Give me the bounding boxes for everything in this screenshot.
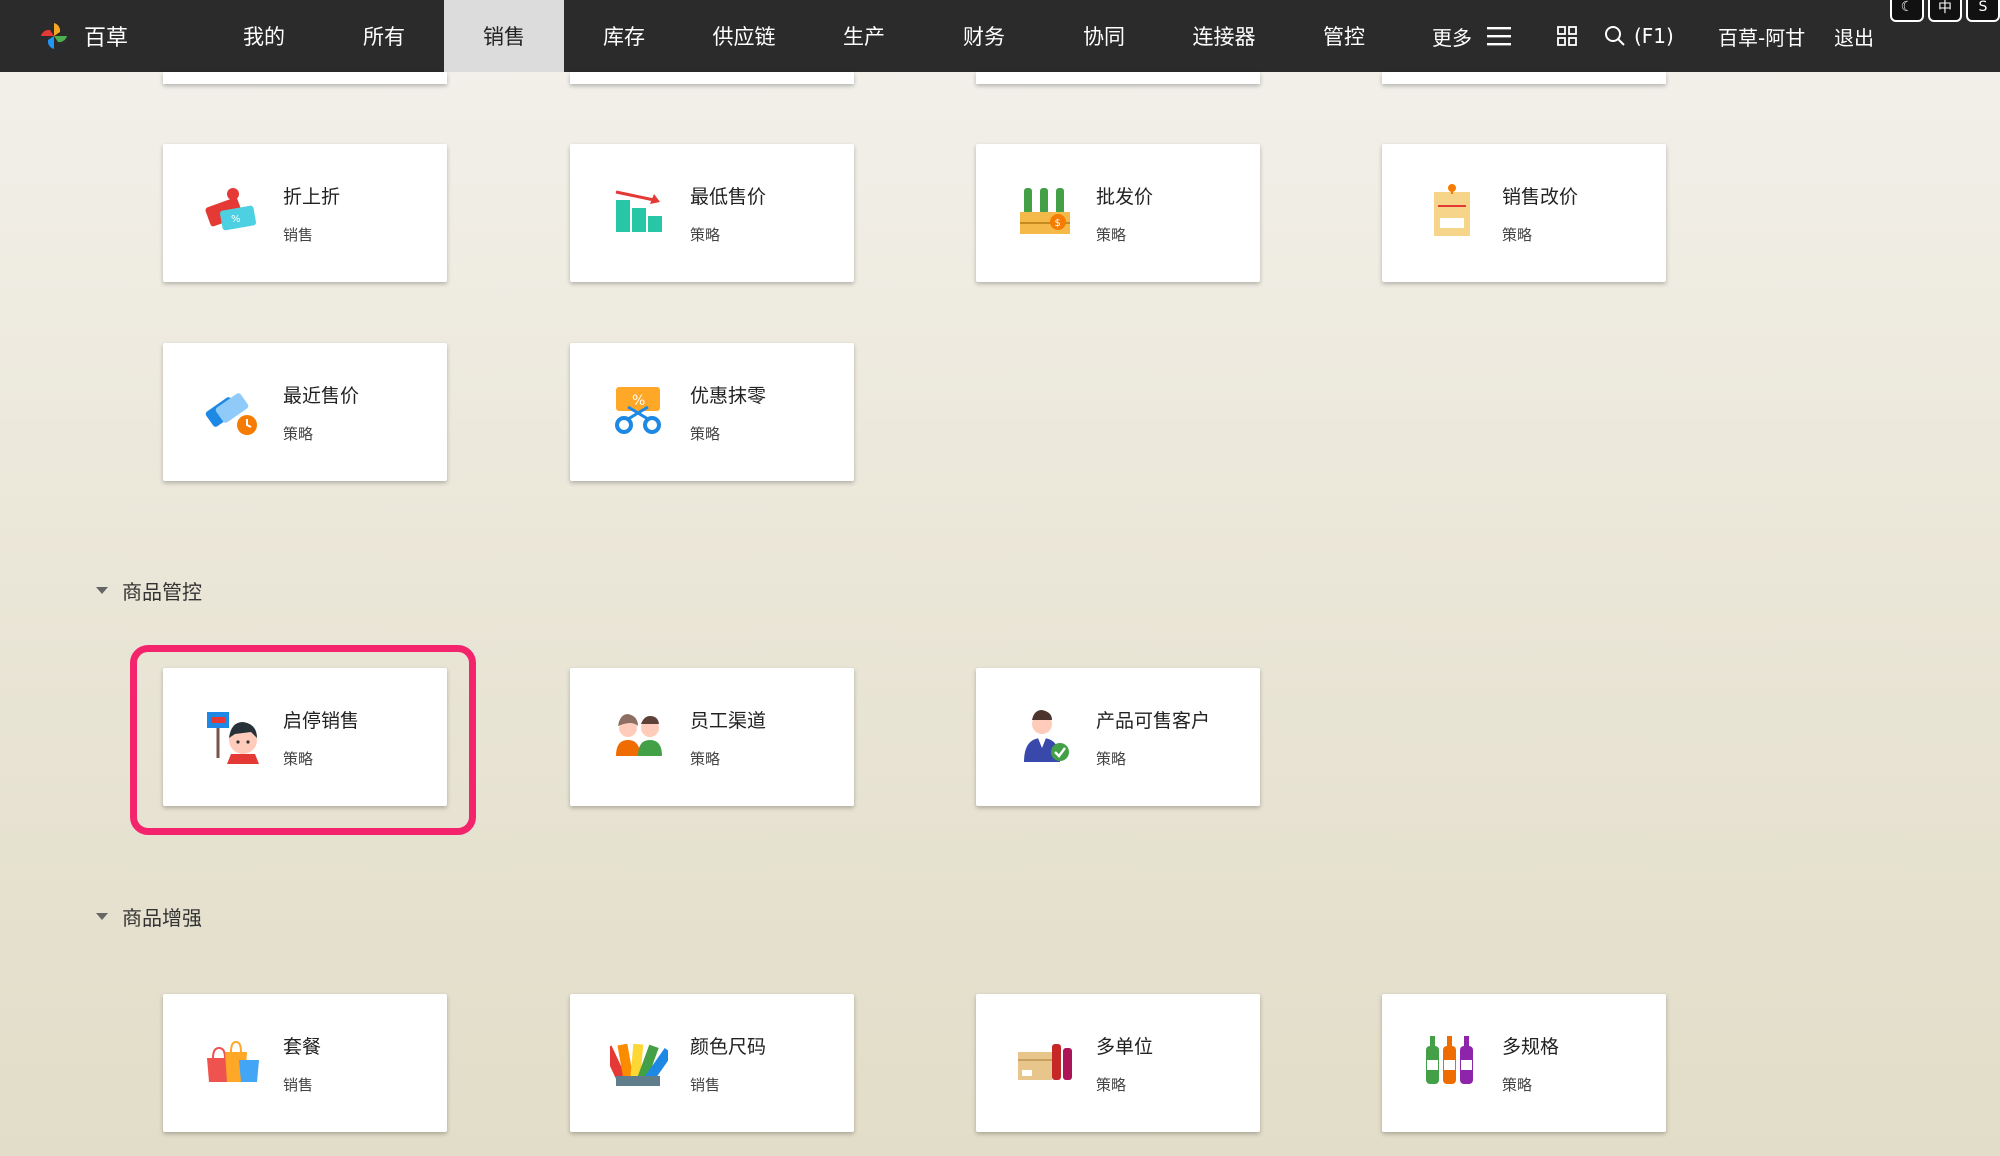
card-subtitle: 策略 <box>1502 226 1533 244</box>
card-subtitle: 销售 <box>690 1076 721 1094</box>
card-taocan[interactable]: 套餐 销售 <box>163 994 447 1132</box>
svg-text:%: % <box>231 214 241 225</box>
card-duoguige[interactable]: 多规格 策略 <box>1382 994 1666 1132</box>
card-title: 折上折 <box>283 186 341 208</box>
card-cut-off[interactable] <box>570 72 854 84</box>
card-subtitle: 销售 <box>283 226 314 244</box>
card-subtitle: 策略 <box>1502 1076 1533 1094</box>
card-subtitle: 销售 <box>283 1076 314 1094</box>
brand-name: 百草 <box>84 26 129 51</box>
card-subtitle: 策略 <box>690 226 721 244</box>
discount-tags-icon: % <box>205 188 257 231</box>
nav-tab-all[interactable]: 所有 <box>324 0 444 72</box>
price-tag-change-icon <box>1434 184 1470 236</box>
box-and-bottles-icon <box>1018 1044 1072 1080</box>
card-yansechima[interactable]: 颜色尺码 销售 <box>570 994 854 1132</box>
nav-tab-supply-chain[interactable]: 供应链 <box>684 0 804 72</box>
card-yuangongqudao[interactable]: 员工渠道 策略 <box>570 668 854 806</box>
card-subtitle: 策略 <box>690 425 721 443</box>
nav-tab-control[interactable]: 管控 <box>1284 0 1404 72</box>
card-chanpinkeshou[interactable]: 产品可售客户 策略 <box>976 668 1260 806</box>
card-title: 批发价 <box>1096 186 1154 208</box>
card-title: 销售改价 <box>1502 186 1579 208</box>
more-menu-button[interactable]: 更多 <box>1432 0 1512 72</box>
shopping-bags-icon <box>207 1040 259 1082</box>
section-goods-enhance[interactable]: 商品增强 <box>96 902 202 931</box>
color-swatches-icon <box>610 1043 668 1086</box>
section-title: 商品管控 <box>122 580 202 604</box>
settings-s-icon[interactable]: S <box>1966 0 2000 22</box>
caret-down-icon <box>96 913 108 920</box>
search-shortcut: (F1) <box>1634 24 1674 48</box>
nav-tab-connector[interactable]: 连接器 <box>1164 0 1284 72</box>
card-zheshangzhe[interactable]: % 折上折 销售 <box>163 144 447 282</box>
card-title: 最近售价 <box>283 385 360 407</box>
card-zuijinshoujia[interactable]: 最近售价 策略 <box>163 343 447 481</box>
card-cut-off[interactable] <box>1382 72 1666 84</box>
pinwheel-logo-icon <box>41 23 67 49</box>
card-xiaoshougaijia[interactable]: 销售改价 策略 <box>1382 144 1666 282</box>
card-duodanwei[interactable]: 多单位 策略 <box>976 994 1260 1132</box>
card-title: 最低售价 <box>690 186 767 208</box>
card-subtitle: 策略 <box>1096 226 1127 244</box>
top-navigation-bar: 百草 我的 所有 销售 库存 供应链 生产 财务 协同 连接器 管控 更多 (F… <box>0 0 2000 72</box>
card-subtitle: 策略 <box>283 425 314 443</box>
search-icon <box>1605 26 1625 46</box>
corner-toolbar: ☾ 中 S <box>1890 0 2000 22</box>
nav-tab-sales[interactable]: 销售 <box>444 0 564 72</box>
customer-check-icon <box>1024 710 1069 762</box>
card-subtitle: 策略 <box>283 750 314 768</box>
card-subtitle: 策略 <box>690 750 721 768</box>
wholesale-bottles-icon: $ <box>1020 188 1070 234</box>
nav-tab-collaboration[interactable]: 协同 <box>1044 0 1164 72</box>
card-title: 产品可售客户 <box>1096 710 1211 732</box>
card-title: 套餐 <box>283 1036 322 1058</box>
svg-text:$: $ <box>1055 218 1061 229</box>
card-title: 优惠抹零 <box>690 385 767 407</box>
nav-tab-inventory[interactable]: 库存 <box>564 0 684 72</box>
grid-icon <box>1557 26 1577 46</box>
card-title: 颜色尺码 <box>690 1036 767 1058</box>
recent-price-tags-clock-icon <box>205 393 257 435</box>
card-cut-off[interactable] <box>163 72 447 84</box>
app-grid-button[interactable] <box>1556 0 1578 72</box>
search-button[interactable]: (F1) <box>1604 0 1674 72</box>
brand[interactable]: 百草 <box>38 0 128 72</box>
falling-price-bars-icon <box>615 190 662 232</box>
caret-down-icon <box>96 587 108 594</box>
svg-text:%: % <box>632 393 645 409</box>
card-pifajia[interactable]: $ 批发价 策略 <box>976 144 1260 282</box>
card-youhuimoling[interactable]: % 优惠抹零 策略 <box>570 343 854 481</box>
coupon-scissors-icon: % <box>615 387 661 434</box>
card-title: 启停销售 <box>283 710 360 732</box>
card-cut-off[interactable] <box>976 72 1260 84</box>
nav-tab-mine[interactable]: 我的 <box>204 0 324 72</box>
employees-icon <box>616 714 662 756</box>
multiple-bottles-icon <box>1426 1036 1473 1084</box>
card-title: 员工渠道 <box>690 710 767 732</box>
night-mode-icon[interactable]: ☾ <box>1890 0 1924 22</box>
nav-tab-production[interactable]: 生产 <box>804 0 924 72</box>
user-name[interactable]: 百草-阿甘 <box>1718 0 1805 72</box>
card-title: 多规格 <box>1502 1036 1560 1058</box>
card-subtitle: 策略 <box>1096 1076 1127 1094</box>
section-goods-control[interactable]: 商品管控 <box>96 576 202 605</box>
more-label: 更多 <box>1432 25 1472 50</box>
hamburger-menu-icon <box>1487 27 1511 46</box>
nav-tab-finance[interactable]: 财务 <box>924 0 1044 72</box>
stop-sign-person-icon <box>207 712 259 764</box>
language-icon[interactable]: 中 <box>1928 0 1962 22</box>
logout-button[interactable]: 退出 <box>1834 0 1874 72</box>
section-title: 商品增强 <box>122 906 202 930</box>
card-qitingxiaoshou[interactable]: 启停销售 策略 <box>163 668 447 806</box>
card-title: 多单位 <box>1096 1036 1154 1058</box>
card-subtitle: 策略 <box>1096 750 1127 768</box>
card-zuidishoujia[interactable]: 最低售价 策略 <box>570 144 854 282</box>
